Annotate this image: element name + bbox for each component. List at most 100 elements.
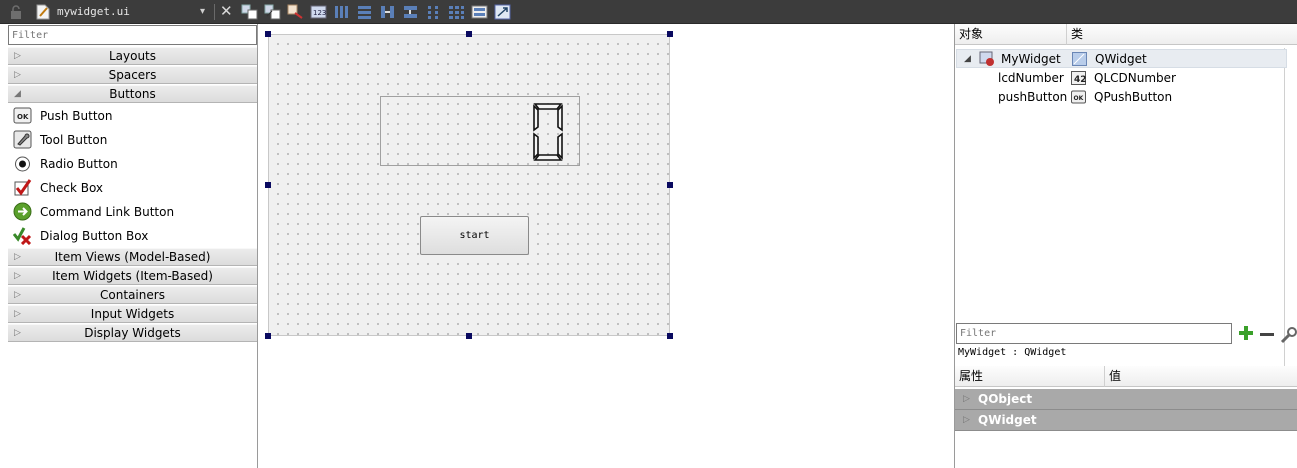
resize-handle-bottom-right[interactable] bbox=[667, 333, 673, 339]
resize-handle-left[interactable] bbox=[265, 182, 271, 188]
widget-item-command-link-button[interactable]: Command Link Button bbox=[8, 200, 257, 224]
dialog-button-box-icon bbox=[13, 227, 32, 245]
category-buttons[interactable]: ◢ Buttons bbox=[8, 85, 257, 103]
qpushbutton-class-icon: OK bbox=[1071, 90, 1086, 104]
svg-text:123: 123 bbox=[313, 9, 326, 17]
resize-handle-top-right[interactable] bbox=[667, 31, 673, 37]
expand-arrow-icon[interactable]: ▷ bbox=[14, 287, 21, 303]
layout-vertical-icon[interactable] bbox=[356, 4, 373, 20]
file-icon bbox=[36, 4, 50, 20]
edit-tab-order-icon[interactable]: 123 bbox=[310, 4, 327, 20]
adjust-size-icon[interactable] bbox=[494, 4, 511, 20]
add-dynamic-property-icon[interactable] bbox=[1237, 324, 1255, 342]
check-box-icon bbox=[14, 179, 32, 196]
layout-horizontal-splitter-icon[interactable] bbox=[379, 4, 396, 20]
command-link-icon bbox=[13, 202, 32, 221]
toolbar-separator bbox=[214, 4, 215, 20]
edit-widgets-icon[interactable] bbox=[241, 4, 258, 20]
property-context-label: MyWidget : QWidget bbox=[958, 347, 1067, 358]
object-name: MyWidget bbox=[1001, 52, 1061, 66]
svg-text:OK: OK bbox=[1074, 95, 1084, 102]
resize-handle-top[interactable] bbox=[466, 31, 472, 37]
lcd-segment-g bbox=[536, 129, 560, 135]
widget-item-label: Command Link Button bbox=[40, 205, 175, 219]
category-input-widgets[interactable]: ▷ Input Widgets bbox=[8, 305, 257, 323]
property-group-qobject[interactable]: ▷ QObject bbox=[955, 389, 1297, 410]
object-inspector-tree: ◢ MyWidget QWidget lcdNumber 42 QLCDNumb… bbox=[955, 48, 1287, 370]
expand-arrow-icon[interactable]: ◢ bbox=[964, 50, 971, 69]
category-layouts[interactable]: ▷ Layouts bbox=[8, 47, 257, 65]
property-filter-input[interactable] bbox=[956, 323, 1232, 344]
layout-horizontal-icon[interactable] bbox=[333, 4, 350, 20]
qlcdnumber-class-icon: 42 bbox=[1071, 71, 1086, 85]
resize-handle-bottom[interactable] bbox=[466, 333, 472, 339]
resize-handle-top-left[interactable] bbox=[265, 31, 271, 37]
widget-item-push-button[interactable]: OK Push Button bbox=[8, 104, 257, 128]
lcd-segment-b bbox=[557, 104, 563, 132]
svg-text:OK: OK bbox=[17, 113, 29, 121]
layout-vertical-splitter-icon[interactable] bbox=[402, 4, 419, 20]
category-item-views[interactable]: ▷ Item Views (Model-Based) bbox=[8, 248, 257, 266]
mywidget-icon bbox=[979, 51, 994, 66]
widget-item-radio-button[interactable]: Radio Button bbox=[8, 152, 257, 176]
category-spacers[interactable]: ▷ Spacers bbox=[8, 66, 257, 84]
widget-filter-input[interactable] bbox=[8, 25, 257, 45]
property-group-label: QWidget bbox=[978, 413, 1037, 427]
edit-buddies-icon[interactable] bbox=[287, 4, 304, 20]
svg-text:42: 42 bbox=[1074, 75, 1086, 85]
lock-icon[interactable] bbox=[10, 5, 22, 19]
object-class: QPushButton bbox=[1094, 90, 1173, 104]
object-row-lcdnumber[interactable]: lcdNumber 42 QLCDNumber bbox=[956, 69, 1287, 88]
layout-form-icon[interactable] bbox=[425, 4, 442, 20]
qwidget-class-icon bbox=[1072, 52, 1087, 66]
expand-arrow-icon[interactable]: ▷ bbox=[14, 306, 21, 322]
category-label: Containers bbox=[100, 288, 165, 302]
close-file-icon[interactable]: ✕ bbox=[220, 3, 233, 20]
file-name[interactable]: mywidget.ui bbox=[57, 5, 130, 18]
category-label: Buttons bbox=[109, 87, 156, 101]
form-mywidget[interactable] bbox=[268, 34, 670, 336]
widget-item-label: Push Button bbox=[40, 109, 113, 123]
wrench-icon[interactable] bbox=[1280, 326, 1297, 344]
header-property[interactable]: 属性 bbox=[955, 366, 1105, 387]
collapse-arrow-icon[interactable]: ◢ bbox=[14, 86, 21, 102]
category-label: Display Widgets bbox=[84, 326, 181, 340]
category-label: Item Views (Model-Based) bbox=[54, 250, 211, 264]
lcd-segment-a bbox=[533, 103, 563, 110]
category-containers[interactable]: ▷ Containers bbox=[8, 286, 257, 304]
break-layout-icon[interactable] bbox=[471, 4, 488, 20]
object-name: pushButton bbox=[998, 90, 1068, 104]
expand-arrow-icon[interactable]: ▷ bbox=[963, 389, 970, 409]
expand-arrow-icon[interactable]: ▷ bbox=[963, 410, 970, 430]
lcd-segment-f bbox=[533, 104, 539, 132]
start-button[interactable]: start bbox=[420, 216, 529, 255]
resize-handle-bottom-left[interactable] bbox=[265, 333, 271, 339]
category-item-widgets[interactable]: ▷ Item Widgets (Item-Based) bbox=[8, 267, 257, 285]
layout-grid-icon[interactable] bbox=[448, 4, 465, 20]
expand-arrow-icon[interactable]: ▷ bbox=[14, 325, 21, 341]
lcd-digit bbox=[533, 103, 563, 161]
header-object[interactable]: 对象 bbox=[955, 24, 1067, 45]
expand-arrow-icon[interactable]: ▷ bbox=[14, 268, 21, 284]
property-group-qwidget[interactable]: ▷ QWidget bbox=[955, 410, 1297, 431]
expand-arrow-icon[interactable]: ▷ bbox=[14, 48, 21, 64]
widget-item-label: Radio Button bbox=[40, 157, 118, 171]
remove-property-icon[interactable] bbox=[1260, 333, 1274, 336]
header-value[interactable]: 值 bbox=[1105, 366, 1297, 387]
expand-arrow-icon[interactable]: ▷ bbox=[14, 249, 21, 265]
expand-arrow-icon[interactable]: ▷ bbox=[14, 67, 21, 83]
edit-signals-slots-icon[interactable] bbox=[264, 4, 281, 20]
header-class[interactable]: 类 bbox=[1067, 24, 1297, 45]
category-label: Item Widgets (Item-Based) bbox=[52, 269, 213, 283]
file-dropdown-icon[interactable]: ▾ bbox=[200, 6, 205, 17]
category-display-widgets[interactable]: ▷ Display Widgets bbox=[8, 324, 257, 342]
widget-item-label: Check Box bbox=[40, 181, 104, 195]
widget-item-dialog-button-box[interactable]: Dialog Button Box bbox=[8, 224, 257, 248]
object-row-mywidget[interactable]: ◢ MyWidget QWidget bbox=[956, 49, 1287, 68]
widget-item-tool-button[interactable]: Tool Button bbox=[8, 128, 257, 152]
lcd-number[interactable] bbox=[380, 96, 580, 166]
category-label: Input Widgets bbox=[90, 307, 175, 321]
widget-item-check-box[interactable]: Check Box bbox=[8, 176, 257, 200]
resize-handle-right[interactable] bbox=[667, 182, 673, 188]
object-row-pushbutton[interactable]: pushButton OK QPushButton bbox=[956, 88, 1287, 107]
